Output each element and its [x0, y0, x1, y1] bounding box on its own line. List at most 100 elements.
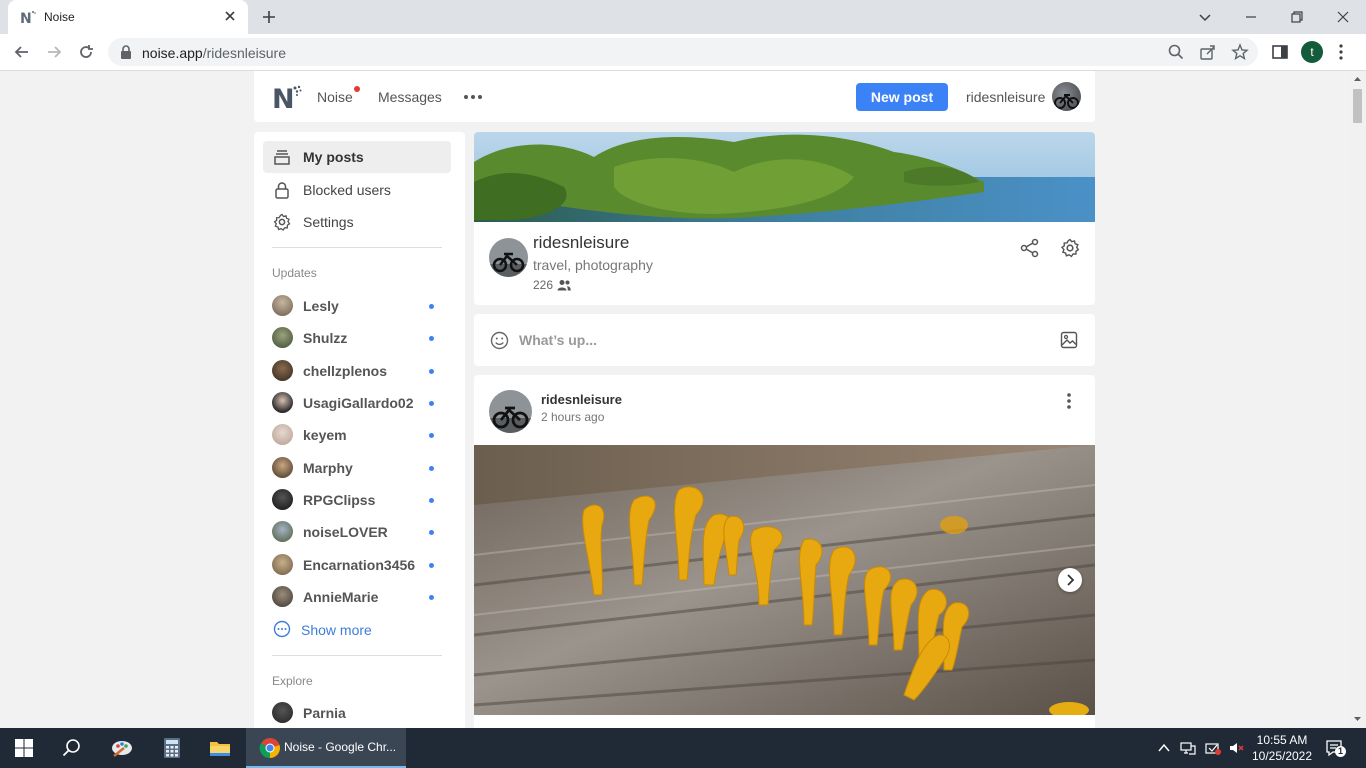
- svg-text:N: N: [272, 84, 295, 111]
- user-avatar[interactable]: [1052, 82, 1081, 111]
- update-user-row[interactable]: AnnieMarie: [272, 586, 442, 608]
- update-user-row[interactable]: UsagiGallardo02: [272, 392, 442, 414]
- compose-input[interactable]: What’s up...: [519, 332, 597, 348]
- compose-box[interactable]: What’s up...: [474, 314, 1095, 366]
- unread-dot: [429, 433, 434, 438]
- unread-dot: [429, 466, 434, 471]
- battery-alert-icon[interactable]: [1205, 740, 1221, 756]
- update-user-name: chellzplenos: [303, 363, 388, 379]
- lock-icon[interactable]: [120, 45, 132, 59]
- header-username[interactable]: ridesnleisure: [966, 89, 1045, 105]
- close-window-icon[interactable]: [1332, 6, 1354, 28]
- app-header: N Noise Messages New post ridesnleisure: [254, 71, 1095, 122]
- nav-noise[interactable]: Noise: [317, 89, 353, 105]
- next-image-button[interactable]: [1058, 568, 1082, 592]
- bookmark-star-icon[interactable]: [1231, 43, 1249, 61]
- network-icon[interactable]: [1180, 740, 1196, 756]
- scrollbar-thumb[interactable]: [1353, 89, 1362, 123]
- restore-icon[interactable]: [1286, 6, 1308, 28]
- minimize-icon[interactable]: [1240, 6, 1262, 28]
- notification-count-badge: 1: [1335, 746, 1346, 757]
- calculator-app-icon[interactable]: [160, 736, 184, 760]
- avatar: [272, 360, 293, 381]
- post-author[interactable]: ridesnleisure: [541, 392, 622, 407]
- sidebar-item-my-posts[interactable]: My posts: [263, 141, 451, 173]
- users-icon: [557, 280, 571, 291]
- update-user-name: RPGClipss: [303, 492, 376, 508]
- update-user-row[interactable]: Shulzz: [272, 327, 442, 349]
- post-photo-image[interactable]: [474, 445, 1095, 715]
- lock-icon: [275, 182, 289, 199]
- gear-icon[interactable]: [1060, 238, 1080, 258]
- sidebar-item-label: My posts: [303, 149, 364, 165]
- file-explorer-icon[interactable]: [208, 736, 232, 760]
- back-arrow-icon[interactable]: [12, 42, 32, 62]
- profile-name: ridesnleisure: [533, 233, 630, 252]
- profile-avatar[interactable]: t: [1301, 41, 1323, 63]
- show-more-label: Show more: [301, 622, 372, 638]
- windows-start-icon[interactable]: [12, 736, 36, 760]
- update-user-row[interactable]: Encarnation3456: [272, 554, 442, 576]
- more-horizontal-icon[interactable]: [462, 86, 484, 108]
- reload-icon[interactable]: [76, 42, 96, 62]
- update-user-name: Marphy: [303, 460, 353, 476]
- motorcycle-photo-icon: [1054, 94, 1079, 109]
- url-path: /ridesnleisure: [202, 45, 286, 61]
- profile-banner-image: [474, 132, 1095, 222]
- gear-icon: [273, 213, 291, 231]
- update-user-row[interactable]: Marphy: [272, 457, 442, 479]
- update-user-row[interactable]: keyem: [272, 424, 442, 446]
- post-author-avatar[interactable]: [489, 390, 532, 433]
- noise-favicon-icon: N: [20, 11, 36, 25]
- taskbar-clock[interactable]: 10:55 AM 10/25/2022: [1250, 732, 1314, 764]
- nav-messages[interactable]: Messages: [378, 89, 442, 105]
- emoji-icon[interactable]: [490, 331, 509, 350]
- share-nodes-icon[interactable]: [1020, 238, 1040, 258]
- noise-logo-icon[interactable]: N: [272, 83, 302, 111]
- sidebar-item-blocked-users[interactable]: Blocked users: [263, 174, 451, 206]
- sidebar-item-settings[interactable]: Settings: [263, 206, 451, 238]
- image-upload-icon[interactable]: [1060, 331, 1078, 349]
- new-tab-icon[interactable]: [260, 8, 278, 26]
- close-tab-icon[interactable]: [222, 8, 238, 24]
- paint-app-icon[interactable]: [110, 736, 134, 760]
- unread-dot: [429, 304, 434, 309]
- address-bar[interactable]: noise.app/ridesnleisure: [108, 38, 1258, 66]
- browser-tab[interactable]: N Noise: [8, 0, 248, 34]
- avatar: [272, 424, 293, 445]
- scroll-down-icon[interactable]: [1353, 715, 1362, 723]
- avatar: [272, 554, 293, 575]
- avatar: [272, 586, 293, 607]
- search-icon[interactable]: [60, 736, 84, 760]
- update-user-row[interactable]: Lesly: [272, 295, 442, 317]
- scroll-up-icon[interactable]: [1353, 75, 1362, 83]
- browser-toolbar: noise.app/ridesnleisure t: [0, 34, 1366, 71]
- page-scrollbar[interactable]: [1349, 71, 1366, 728]
- more-vertical-icon[interactable]: [1059, 391, 1079, 411]
- browser-menu-icon[interactable]: [1336, 42, 1346, 62]
- new-post-button[interactable]: New post: [856, 83, 948, 111]
- volume-muted-icon[interactable]: [1228, 740, 1244, 756]
- page-viewport: N Noise Messages New post ridesnleisure …: [0, 71, 1349, 728]
- profile-avatar-photo[interactable]: [489, 238, 528, 277]
- explore-user-row[interactable]: Parnia: [272, 702, 442, 724]
- notification-center-button[interactable]: 1: [1324, 738, 1346, 758]
- zoom-icon[interactable]: [1167, 43, 1185, 61]
- taskbar-chrome-button[interactable]: Noise - Google Chr...: [246, 728, 406, 768]
- side-panel-icon[interactable]: [1270, 42, 1290, 62]
- update-user-row[interactable]: RPGClipss: [272, 489, 442, 511]
- unread-dot: [429, 336, 434, 341]
- clock-time: 10:55 AM: [1256, 733, 1308, 747]
- chevron-up-icon[interactable]: [1156, 740, 1172, 756]
- forward-arrow-icon[interactable]: [44, 42, 64, 62]
- share-icon[interactable]: [1199, 43, 1217, 61]
- tab-search-icon[interactable]: [1194, 6, 1216, 28]
- motorcycle-photo-icon: [489, 238, 528, 277]
- url-text[interactable]: noise.app/ridesnleisure: [142, 45, 286, 61]
- update-user-row[interactable]: chellzplenos: [272, 360, 442, 382]
- explore-section-title: Explore: [272, 674, 313, 688]
- show-more-link[interactable]: Show more: [272, 619, 442, 641]
- update-user-row[interactable]: noiseLOVER: [272, 521, 442, 543]
- follower-count[interactable]: 226: [533, 278, 553, 292]
- post-card: ridesnleisure 2 hours ago: [474, 375, 1095, 728]
